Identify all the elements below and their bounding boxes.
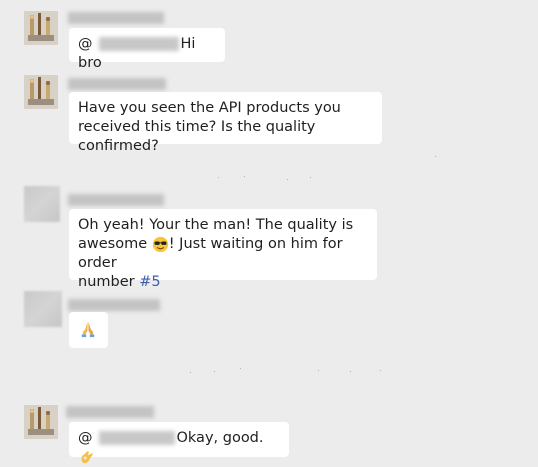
sender-name-redacted (68, 78, 166, 90)
divider-dot (318, 370, 319, 371)
mention-prefix: @ (78, 36, 93, 52)
praying-hands-emoji (81, 321, 95, 338)
message-bubble[interactable]: Oh yeah! Your the man! The quality is aw… (69, 209, 377, 290)
mention-redacted (98, 37, 179, 51)
divider-dot (380, 370, 381, 371)
divider-dot (190, 372, 191, 373)
sunglasses-face-emoji (152, 236, 168, 252)
message-text-line: Have you seen the API products you (78, 100, 341, 116)
message-bubble[interactable]: Have you seen the API products you recei… (69, 92, 382, 154)
order-link[interactable]: #5 (139, 274, 160, 290)
message-text-line: received this time? Is the quality confi… (78, 119, 316, 154)
message-text-line: Oh yeah! Your the man! The quality is (78, 217, 354, 233)
divider-dot (287, 179, 288, 180)
message-text: number (78, 274, 135, 290)
message-text: Okay, good. (176, 430, 264, 446)
divider-dot (350, 371, 351, 372)
message-bubble[interactable] (69, 312, 108, 348)
divider-dot (240, 368, 241, 369)
ok-hand-emoji (81, 451, 93, 464)
divider-dot (214, 371, 215, 372)
figurine-icon (24, 11, 58, 45)
divider-dot (244, 176, 245, 177)
message-text: awesome (78, 236, 148, 252)
message-text-line: awesome ! Just waiting on him for order (78, 235, 367, 273)
figurine-photo-avatar[interactable] (24, 75, 58, 109)
sender-name-redacted (66, 406, 154, 418)
figurine-icon (24, 405, 58, 439)
message-text-line: number #5 (78, 273, 367, 292)
divider-dot (435, 156, 436, 157)
divider-dot (218, 177, 219, 178)
divider-dot (310, 177, 311, 178)
mention-redacted (98, 431, 175, 445)
message-bubble[interactable]: @ Hi bro (69, 28, 225, 71)
sender-name-redacted (68, 12, 164, 24)
blurred-avatar[interactable] (24, 291, 62, 327)
sender-name-redacted (68, 299, 160, 311)
figurine-icon (24, 75, 58, 109)
figurine-photo-avatar[interactable] (24, 11, 58, 45)
message-bubble[interactable]: @ Okay, good. (69, 422, 289, 464)
blurred-avatar[interactable] (24, 186, 60, 222)
figurine-photo-avatar[interactable] (24, 405, 58, 439)
sender-name-redacted (68, 194, 164, 206)
mention-prefix: @ (78, 430, 93, 446)
